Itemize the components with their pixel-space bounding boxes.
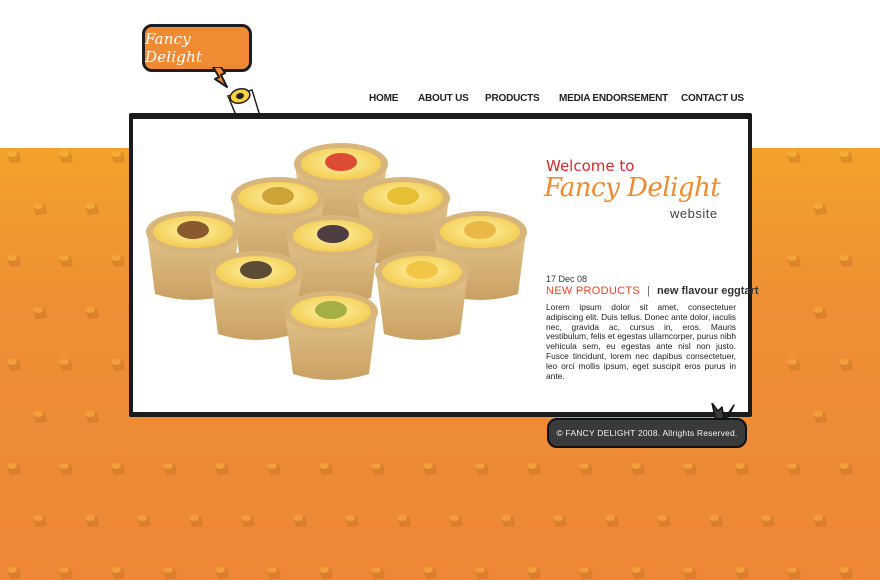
- tart-pattern-icon: [475, 567, 489, 579]
- tart-pattern-icon: [579, 567, 593, 579]
- tart-pattern-icon: [657, 515, 671, 527]
- tart-pattern-icon: [59, 567, 73, 579]
- news-title-link[interactable]: new flavour eggtart: [657, 285, 758, 297]
- tart-pattern-icon: [839, 463, 853, 475]
- egg-tarts-photo: [146, 143, 527, 380]
- tart-pattern-icon: [527, 567, 541, 579]
- footer: © FANCY DELIGHT 2008. Allrights Reserved…: [547, 418, 747, 448]
- tart-pattern-icon: [163, 463, 177, 475]
- tart-pattern-icon: [475, 463, 489, 475]
- tart-pattern-icon: [111, 463, 125, 475]
- tart-pattern-icon: [423, 567, 437, 579]
- tart-pattern-icon: [735, 567, 749, 579]
- tart-pattern-icon: [423, 463, 437, 475]
- logo-text: Fancy Delight: [145, 30, 203, 66]
- tart-pattern-icon: [319, 567, 333, 579]
- tart-pattern-icon: [241, 515, 255, 527]
- tart-pattern-icon: [7, 151, 21, 163]
- tart-pattern-icon: [163, 567, 177, 579]
- copyright-text: © FANCY DELIGHT 2008. Allrights Reserved…: [556, 428, 738, 438]
- tart-pattern-icon: [449, 515, 463, 527]
- tart-pattern-icon: [137, 515, 151, 527]
- tart-pattern-icon: [33, 203, 47, 215]
- tart-pattern-icon: [215, 463, 229, 475]
- tart-pattern-icon: [761, 515, 775, 527]
- tart-pattern-icon: [7, 463, 21, 475]
- tart-pattern-icon: [787, 359, 801, 371]
- tart-pattern-icon: [267, 567, 281, 579]
- tart-pattern-icon: [605, 515, 619, 527]
- tart-pattern-icon: [111, 255, 125, 267]
- tart-pattern-icon: [787, 567, 801, 579]
- tart-pattern-icon: [33, 411, 47, 423]
- tart-pattern-icon: [813, 515, 827, 527]
- tart-pattern-icon: [709, 515, 723, 527]
- tart-pattern-icon: [787, 463, 801, 475]
- brand-subtitle: website: [670, 206, 718, 221]
- tart-pattern-icon: [111, 359, 125, 371]
- tart-pattern-icon: [527, 463, 541, 475]
- tart-pattern-icon: [7, 359, 21, 371]
- tart-pattern-icon: [631, 463, 645, 475]
- tart-pattern-icon: [397, 515, 411, 527]
- tart-pattern-icon: [579, 463, 593, 475]
- tart-pattern-icon: [371, 567, 385, 579]
- news-heading: NEW PRODUCTS | new flavour eggtart: [546, 285, 759, 297]
- tart-pattern-icon: [371, 463, 385, 475]
- egg-tart: [286, 215, 380, 304]
- tart-pattern-icon: [85, 307, 99, 319]
- tart-pattern-icon: [85, 515, 99, 527]
- tart-pattern-icon: [59, 359, 73, 371]
- tart-pattern-icon: [839, 255, 853, 267]
- logo[interactable]: Fancy Delight: [142, 24, 252, 72]
- news-category-link[interactable]: NEW PRODUCTS: [546, 285, 640, 297]
- main-panel: Welcome to Fancy Delight website 17 Dec …: [129, 113, 759, 417]
- tart-pattern-icon: [813, 307, 827, 319]
- tart-pattern-icon: [189, 515, 203, 527]
- tart-pattern-icon: [501, 515, 515, 527]
- tart-pattern-icon: [33, 515, 47, 527]
- tart-pattern-icon: [345, 515, 359, 527]
- tart-pattern-icon: [7, 567, 21, 579]
- tart-pattern-icon: [267, 463, 281, 475]
- egg-tart: [375, 251, 469, 340]
- news-separator: |: [647, 285, 650, 297]
- tart-pattern-icon: [59, 463, 73, 475]
- tart-pattern-icon: [813, 203, 827, 215]
- tart-pattern-icon: [7, 255, 21, 267]
- nav-about-us[interactable]: ABOUT US: [418, 93, 469, 104]
- tart-pattern-icon: [111, 151, 125, 163]
- news-date: 17 Dec 08: [546, 274, 588, 284]
- tart-pattern-icon: [215, 567, 229, 579]
- nav-home[interactable]: HOME: [369, 93, 398, 104]
- brand-title: Fancy Delight: [544, 173, 721, 203]
- nav-products[interactable]: PRODUCTS: [485, 93, 540, 104]
- tart-pattern-icon: [59, 151, 73, 163]
- tart-pattern-icon: [631, 567, 645, 579]
- tart-pattern-icon: [735, 463, 749, 475]
- nav-media-endorsement[interactable]: MEDIA ENDORSEMENT: [559, 93, 668, 104]
- tart-pattern-icon: [111, 567, 125, 579]
- nav-contact-us[interactable]: CONTACT US: [681, 93, 744, 104]
- tart-pattern-icon: [85, 203, 99, 215]
- tart-pattern-icon: [787, 151, 801, 163]
- tart-pattern-icon: [839, 359, 853, 371]
- tart-pattern-icon: [839, 567, 853, 579]
- tart-pattern-icon: [813, 411, 827, 423]
- tart-pattern-icon: [683, 463, 697, 475]
- content-area: Welcome to Fancy Delight website 17 Dec …: [133, 119, 759, 412]
- egg-tart: [284, 291, 378, 380]
- news-body: Lorem ipsum dolor sit amet, consectetuer…: [546, 302, 736, 381]
- tart-pattern-icon: [683, 567, 697, 579]
- tart-pattern-icon: [319, 463, 333, 475]
- tart-pattern-icon: [839, 151, 853, 163]
- tart-pattern-icon: [553, 515, 567, 527]
- tart-pattern-icon: [85, 411, 99, 423]
- tart-pattern-icon: [293, 515, 307, 527]
- tart-pattern-icon: [787, 255, 801, 267]
- tart-pattern-icon: [33, 307, 47, 319]
- tart-pattern-icon: [59, 255, 73, 267]
